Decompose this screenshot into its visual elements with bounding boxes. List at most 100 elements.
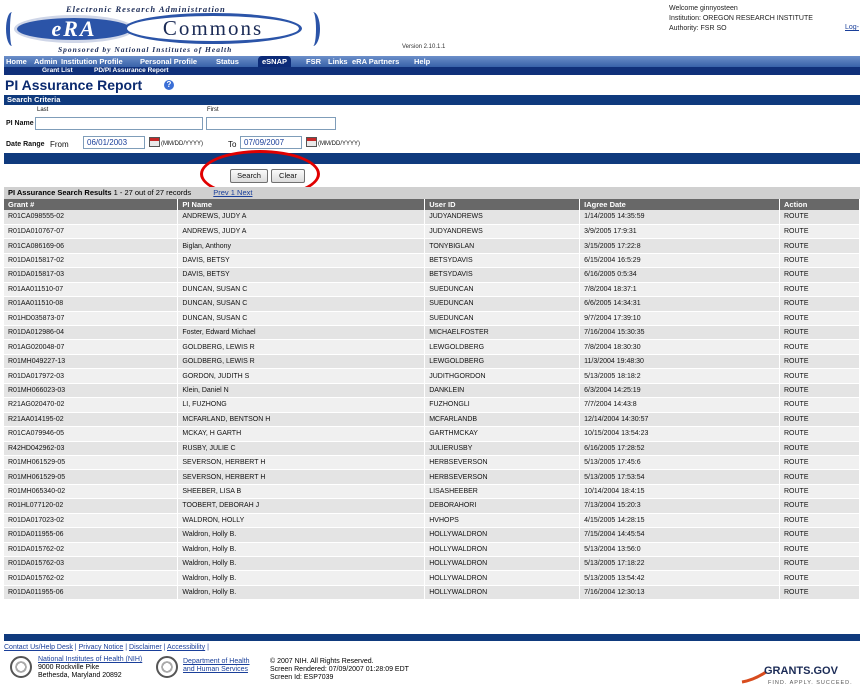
cell-action[interactable]: ROUTE	[779, 412, 860, 428]
from-calendar-icon[interactable]	[149, 137, 160, 147]
footer-links: Contact Us/Help Desk | Privacy Notice | …	[4, 644, 209, 651]
hhs-link-line2[interactable]: and Human Services	[183, 666, 250, 674]
cell-pi-name: ANDREWS, JUDY A	[177, 210, 426, 225]
footer-link-disclaimer[interactable]: Disclaimer	[129, 644, 162, 651]
table-row[interactable]: R01MH061529-05 SEVERSON, HERBERT H HERBSEV…	[4, 469, 860, 485]
era-commons-logo[interactable]: Electronic Research Administration eRA C…	[6, 4, 358, 54]
footer-link-accessibility[interactable]: Accessibility	[167, 644, 205, 651]
table-row[interactable]: R01MH061529-05 SEVERSON, HERBERT H HERBSEV…	[4, 455, 860, 471]
nav-help[interactable]: Help	[414, 56, 430, 67]
cell-action[interactable]: ROUTE	[779, 570, 860, 586]
nav-home[interactable]: Home	[6, 56, 27, 67]
cell-action[interactable]: ROUTE	[779, 426, 860, 442]
table-row[interactable]: R01CA098555-02 ANDREWS, JUDY A JUDYANDREWS…	[4, 210, 860, 225]
table-row[interactable]: R01DA012986-04 Foster, Edward Michael MICH…	[4, 325, 860, 341]
cell-iagree-date: 6/6/2005 14:34:31	[579, 296, 780, 312]
cell-pi-name: Waldron, Holly B.	[177, 556, 426, 572]
cell-action[interactable]: ROUTE	[779, 282, 860, 298]
col-grant[interactable]: Grant #	[4, 199, 179, 210]
cell-iagree-date: 6/3/2004 14:25:19	[579, 383, 780, 399]
cell-action[interactable]: ROUTE	[779, 383, 860, 399]
footer-link-privacy[interactable]: Privacy Notice	[79, 644, 124, 651]
cell-action[interactable]: ROUTE	[779, 498, 860, 514]
cell-action[interactable]: ROUTE	[779, 267, 860, 283]
nav-personal-profile[interactable]: Personal Profile	[140, 56, 197, 67]
cell-user-id: SUEDUNCAN	[424, 311, 581, 327]
cell-action[interactable]: ROUTE	[779, 354, 860, 370]
table-row[interactable]: R01CA079946-05 MCKAY, H GARTH GARTHMCKAY 10…	[4, 426, 860, 442]
cell-action[interactable]: ROUTE	[779, 253, 860, 269]
subnav-pdpi-assurance-report[interactable]: PD/PI Assurance Report	[94, 67, 169, 75]
table-row[interactable]: R01MH066023-03 Klein, Daniel N DANKLEIN 6/3…	[4, 383, 860, 399]
cell-action[interactable]: ROUTE	[779, 397, 860, 413]
cell-action[interactable]: ROUTE	[779, 469, 860, 485]
cell-action[interactable]: ROUTE	[779, 325, 860, 341]
table-row[interactable]: R01MH065340-02 SHEEBER, LISA B LISASHEEBER…	[4, 484, 860, 500]
table-row[interactable]: R01DA011955-06 Waldron, Holly B. HOLLYWALD…	[4, 585, 860, 601]
nav-era-partners[interactable]: eRA Partners	[352, 56, 399, 67]
col-user-id[interactable]: User ID	[424, 199, 581, 210]
cell-action[interactable]: ROUTE	[779, 542, 860, 558]
nav-institution-profile[interactable]: Institution Profile	[61, 56, 123, 67]
to-date-input[interactable]: 07/09/2007	[240, 136, 302, 149]
cell-action[interactable]: ROUTE	[779, 527, 860, 543]
nav-status[interactable]: Status	[216, 56, 239, 67]
table-row[interactable]: R01DA015762-02 Waldron, Holly B. HOLLYWALD…	[4, 570, 860, 586]
table-row[interactable]: R01HD035873-07 DUNCAN, SUSAN C SUEDUNCAN 9/…	[4, 311, 860, 327]
nav-fsr[interactable]: FSR	[306, 56, 321, 67]
table-row[interactable]: R21AA014195-02 MCFARLAND, BENTSON H MCFARL…	[4, 412, 860, 428]
table-row[interactable]: R01MH049227-13 GOLDBERG, LEWIS R LEWGOLDBE…	[4, 354, 860, 370]
table-row[interactable]: R01DA015817-02 DAVIS, BETSY BETSYDAVIS 6/15…	[4, 253, 860, 269]
cell-grant: R01DA015762-03	[4, 556, 179, 572]
cell-action[interactable]: ROUTE	[779, 224, 860, 240]
date-range-label: Date Range	[6, 141, 45, 148]
pi-name-label: PI Name	[6, 120, 34, 127]
table-row[interactable]: R21AG020470-02 LI, FUZHONG FUZHONGLI 7/7/20…	[4, 397, 860, 413]
cell-action[interactable]: ROUTE	[779, 238, 860, 254]
table-row[interactable]: R42HD042962-03 RUSBY, JULIE C JULIERUSBY 6/…	[4, 441, 860, 456]
table-row[interactable]: R01DA010767-07 ANDREWS, JUDY A JUDYANDREWS…	[4, 224, 860, 240]
hhs-link-line1[interactable]: Department of Health	[183, 658, 250, 666]
cell-action[interactable]: ROUTE	[779, 513, 860, 529]
cell-action[interactable]: ROUTE	[779, 585, 860, 601]
cell-action[interactable]: ROUTE	[779, 339, 860, 355]
col-action[interactable]: Action	[779, 199, 860, 210]
results-pager[interactable]: Prev 1 Next	[213, 188, 252, 197]
cell-action[interactable]: ROUTE	[779, 455, 860, 471]
table-row[interactable]: R01DA017023-02 WALDRON, HOLLY HVHOPS 4/15/2…	[4, 513, 860, 529]
first-name-input[interactable]	[206, 117, 336, 130]
from-date-input[interactable]: 06/01/2003	[83, 136, 145, 149]
table-row[interactable]: R01DA011955-06 Waldron, Holly B. HOLLYWALD…	[4, 527, 860, 543]
table-row[interactable]: R01AG020048-07 GOLDBERG, LEWIS R LEWGOLDBE…	[4, 339, 860, 355]
col-pi-name[interactable]: PI Name	[177, 199, 426, 210]
cell-action[interactable]: ROUTE	[779, 296, 860, 312]
col-iagree-date[interactable]: IAgree Date	[579, 199, 780, 210]
cell-action[interactable]: ROUTE	[779, 210, 860, 225]
to-calendar-icon[interactable]	[306, 137, 317, 147]
table-row[interactable]: R01DA015817-03 DAVIS, BETSY BETSYDAVIS 6/16…	[4, 267, 860, 283]
table-row[interactable]: R01DA017972-03 GORDON, JUDITH S JUDITHGORD…	[4, 368, 860, 384]
nav-esnap[interactable]: eSNAP	[258, 56, 292, 67]
table-row[interactable]: R01AA011510-08 DUNCAN, SUSAN C SUEDUNCAN 6/…	[4, 296, 860, 312]
cell-grant: R01DA015762-02	[4, 570, 179, 586]
footer-link-contact[interactable]: Contact Us/Help Desk	[4, 644, 73, 651]
help-icon[interactable]: ?	[164, 80, 174, 90]
logout-link[interactable]: Log-	[845, 24, 859, 31]
cell-pi-name: DUNCAN, SUSAN C	[177, 296, 426, 312]
cell-action[interactable]: ROUTE	[779, 556, 860, 572]
table-row[interactable]: R01CA086169-06 Biglan, Anthony TONYBIGLAN 3…	[4, 238, 860, 254]
table-row[interactable]: R01HL077120-02 TOOBERT, DEBORAH J DEBORAHO…	[4, 498, 860, 514]
last-name-input[interactable]	[35, 117, 203, 130]
subnav-grant-list[interactable]: Grant List	[42, 67, 73, 75]
cell-action[interactable]: ROUTE	[779, 368, 860, 384]
cell-action[interactable]: ROUTE	[779, 441, 860, 456]
nav-admin[interactable]: Admin	[34, 56, 57, 67]
table-row[interactable]: R01DA015762-03 Waldron, Holly B. HOLLYWALD…	[4, 556, 860, 572]
grants-gov-logo[interactable]: GRANTS.GOV	[764, 665, 838, 677]
table-row[interactable]: R01AA011510-07 DUNCAN, SUSAN C SUEDUNCAN 7/…	[4, 282, 860, 298]
nav-links[interactable]: Links	[328, 56, 348, 67]
cell-action[interactable]: ROUTE	[779, 311, 860, 327]
table-row[interactable]: R01DA015762-02 Waldron, Holly B. HOLLYWALD…	[4, 542, 860, 558]
cell-action[interactable]: ROUTE	[779, 484, 860, 500]
nih-link[interactable]: National Institutes of Health (NIH)	[38, 656, 142, 664]
